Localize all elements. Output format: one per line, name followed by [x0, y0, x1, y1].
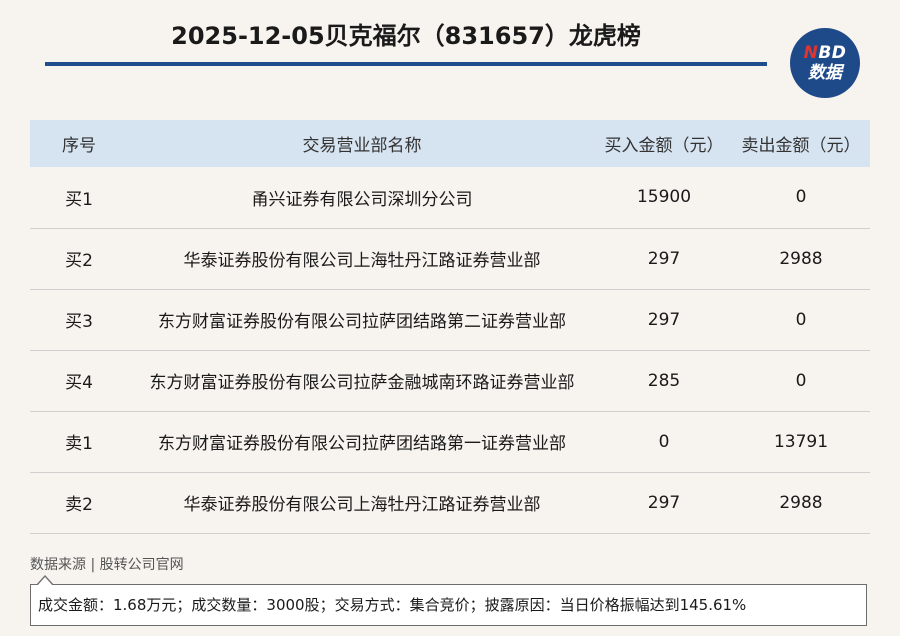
title-underline: [45, 62, 767, 66]
nbd-data-logo: NBD 数据: [790, 28, 860, 98]
data-source-caption: 数据来源 | 股转公司官网: [30, 557, 184, 573]
logo-letter-n: N: [803, 42, 819, 63]
table-row: 买1 甬兴证券有限公司深圳分公司 15900 0: [30, 167, 870, 229]
cell-buy-amount: 297: [596, 228, 732, 290]
table-row: 买4 东方财富证券股份有限公司拉萨金融城南环路证券营业部 285 0: [30, 350, 870, 412]
table-row: 卖2 华泰证券股份有限公司上海牡丹江路证券营业部 297 2988: [30, 472, 870, 534]
column-header-rank: 序号: [62, 136, 96, 156]
logo-letters-bd: BD: [818, 42, 847, 63]
cell-sell-amount: 13791: [732, 411, 870, 473]
dragon-tiger-table: 序号 交易营业部名称 买入金额（元） 卖出金额（元） 买1 甬兴证券有限公司深圳…: [30, 120, 870, 534]
cell-branch: 东方财富证券股份有限公司拉萨团结路第一证券营业部: [128, 411, 596, 473]
cell-sell-amount: 2988: [732, 472, 870, 534]
cell-sell-amount: 0: [732, 350, 870, 412]
cell-branch: 东方财富证券股份有限公司拉萨团结路第二证券营业部: [128, 289, 596, 351]
cell-branch: 华泰证券股份有限公司上海牡丹江路证券营业部: [128, 228, 596, 290]
logo-line-2: 数据: [808, 62, 842, 83]
cell-sell-amount: 0: [732, 167, 870, 229]
table-header-row: 序号 交易营业部名称 买入金额（元） 卖出金额（元）: [30, 120, 870, 167]
column-header-branch: 交易营业部名称: [302, 136, 422, 156]
cell-branch: 甬兴证券有限公司深圳分公司: [128, 167, 596, 229]
cell-rank: 买1: [30, 167, 128, 229]
cell-rank: 买2: [30, 228, 128, 290]
page-title: 2025-12-05贝克福尔（831657）龙虎榜: [171, 22, 641, 50]
cell-buy-amount: 297: [596, 472, 732, 534]
cell-rank: 买3: [30, 289, 128, 351]
column-header-buy-amount: 买入金额（元）: [604, 136, 724, 156]
cell-rank: 卖2: [30, 472, 128, 534]
callout-pointer-fill: [37, 577, 53, 586]
table-row: 卖1 东方财富证券股份有限公司拉萨团结路第一证券营业部 0 13791: [30, 411, 870, 473]
table-row: 买3 东方财富证券股份有限公司拉萨团结路第二证券营业部 297 0: [30, 289, 870, 351]
trade-summary-callout: 成交金额：1.68万元；成交数量：3000股；交易方式：集合竞价；披露原因：当日…: [30, 584, 867, 626]
cell-sell-amount: 0: [732, 289, 870, 351]
cell-buy-amount: 297: [596, 289, 732, 351]
logo-line-1: NBD: [803, 42, 847, 63]
cell-rank: 买4: [30, 350, 128, 412]
cell-buy-amount: 15900: [596, 167, 732, 229]
table-row: 买2 华泰证券股份有限公司上海牡丹江路证券营业部 297 2988: [30, 228, 870, 290]
cell-rank: 卖1: [30, 411, 128, 473]
cell-sell-amount: 2988: [732, 228, 870, 290]
cell-buy-amount: 285: [596, 350, 732, 412]
cell-branch: 华泰证券股份有限公司上海牡丹江路证券营业部: [128, 472, 596, 534]
column-header-sell-amount: 卖出金额（元）: [741, 136, 861, 156]
cell-branch: 东方财富证券股份有限公司拉萨金融城南环路证券营业部: [128, 350, 596, 412]
cell-buy-amount: 0: [596, 411, 732, 473]
